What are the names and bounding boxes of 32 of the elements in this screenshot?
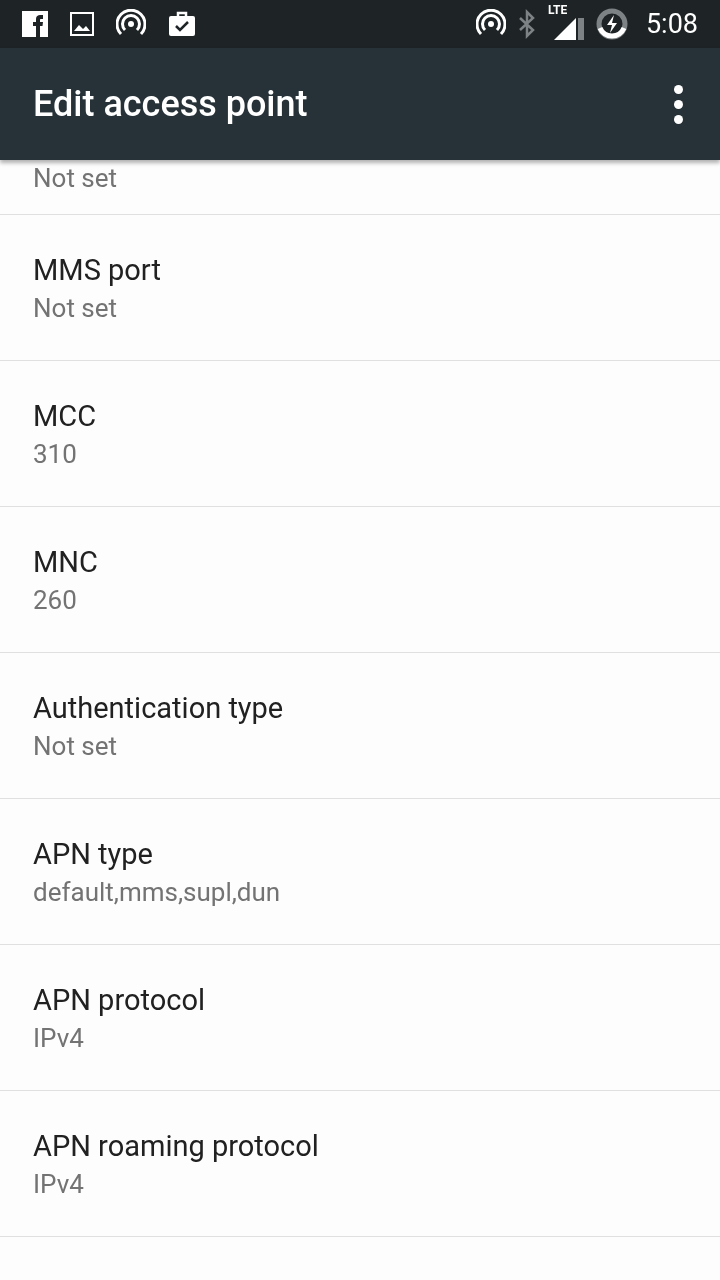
preference-summary: Not set <box>33 163 118 193</box>
preference-row[interactable]: APN protocol IPv4 <box>0 945 720 1091</box>
preference-summary: IPv4 <box>33 1021 85 1055</box>
bluetooth-icon <box>517 9 536 39</box>
preference-title: MMS port <box>33 251 162 289</box>
preference-row[interactable]: Authentication type Not set <box>0 653 720 799</box>
preference-title: Authentication type <box>33 689 285 727</box>
preference-summary: Not set <box>33 291 119 325</box>
preference-summary: Not set <box>33 729 119 763</box>
clock-time: 5:08 <box>645 10 698 38</box>
preference-row[interactable]: APN roaming protocol IPv4 <box>0 1091 720 1237</box>
preference-title: APN protocol <box>33 981 206 1019</box>
preference-summary: 310 <box>33 437 78 471</box>
preference-row[interactable]: MMS port Not set <box>0 215 720 361</box>
battery-charging-icon <box>595 8 628 40</box>
preference-row[interactable]: APN type default,mms,supl,dun <box>0 799 720 945</box>
preference-title: MCC <box>33 397 98 435</box>
preference-row[interactable]: MNC 260 <box>0 507 720 653</box>
briefcase-check-icon <box>168 10 196 38</box>
preference-title: APN roaming protocol <box>33 1127 320 1165</box>
preference-title: APN type <box>33 835 154 873</box>
preference-summary: 260 <box>33 583 78 617</box>
preference-summary: default,mms,supl,dun <box>33 875 282 909</box>
preference-summary: IPv4 <box>33 1167 85 1201</box>
image-icon <box>70 12 94 36</box>
preference-row[interactable]: MCC 310 <box>0 361 720 507</box>
preference-title: MNC <box>33 543 99 581</box>
screen-title: Edit access point <box>33 82 308 127</box>
facebook-icon <box>22 11 48 37</box>
signal-icon <box>553 18 584 40</box>
preference-row[interactable]: Not set <box>0 160 720 215</box>
network-type-label: LTE <box>547 4 568 16</box>
